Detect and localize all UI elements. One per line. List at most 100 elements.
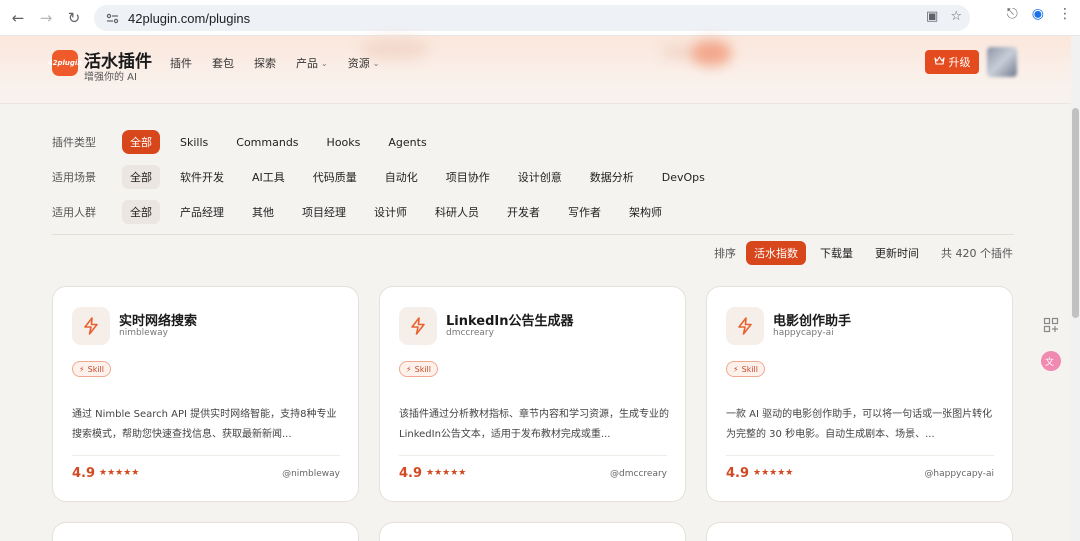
filter-scene-all[interactable]: 全部 <box>122 165 160 189</box>
nav-item-bundles[interactable]: 套包 <box>212 55 234 71</box>
filter-audience-researcher[interactable]: 科研人员 <box>427 200 487 224</box>
rating-value: 4.9 <box>726 466 750 481</box>
rating-value: 4.9 <box>72 466 96 481</box>
svg-text:文: 文 <box>1045 356 1054 368</box>
filter-label: 适用人群 <box>52 206 96 219</box>
rating-value: 4.9 <box>399 466 423 481</box>
plugin-card[interactable] <box>706 522 1013 541</box>
filter-type-agents[interactable]: Agents <box>380 130 434 154</box>
filter-row-scene: 适用场景 全部 软件开发 AI工具 代码质量 自动化 项目协作 设计创意 数据分… <box>52 165 725 189</box>
filter-label: 插件类型 <box>52 136 96 149</box>
plugin-card[interactable]: LinkedIn公告生成器 dmccreary ⚡ Skill 该插件通过分析教材… <box>379 286 686 502</box>
skill-tag: ⚡ Skill <box>726 361 766 377</box>
lightning-icon <box>399 307 437 345</box>
card-author: dmccreary <box>446 328 494 338</box>
filter-scene-software[interactable]: 软件开发 <box>172 165 232 189</box>
site-header: 42plugin 活水插件 增强你的 AI 插件 套包 探索 产品 ⌄ 资源 ⌄ <box>0 36 1080 104</box>
divider <box>72 455 340 456</box>
nav-item-products[interactable]: 产品 ⌄ <box>296 55 328 71</box>
plugin-card[interactable]: 实时网络搜索 nimbleway ⚡ Skill 通过 Nimble Search… <box>52 286 359 502</box>
divider <box>726 455 994 456</box>
filter-row-audience: 适用人群 全部 产品经理 其他 项目经理 设计师 科研人员 开发者 写作者 架构… <box>52 200 682 224</box>
lightning-icon <box>72 307 110 345</box>
logo-icon[interactable]: 42plugin <box>48 50 82 76</box>
star-rating-icon: ★★★★★ <box>426 468 467 478</box>
filter-audience-developer[interactable]: 开发者 <box>499 200 548 224</box>
filter-audience-pm[interactable]: 产品经理 <box>172 200 232 224</box>
plugin-card[interactable] <box>52 522 359 541</box>
back-icon[interactable]: ← <box>4 4 32 32</box>
divider <box>399 455 667 456</box>
plugin-card[interactable]: 电影创作助手 happycapy-ai ⚡ Skill 一款 AI 驱动的电影创作… <box>706 286 1013 502</box>
address-bar[interactable]: 42plugin.com/plugins ▣ ☆ <box>94 5 970 31</box>
forward-icon[interactable]: → <box>32 4 60 32</box>
chevron-down-icon: ⌄ <box>321 58 328 68</box>
author-handle[interactable]: @dmccreary <box>610 469 667 479</box>
bookmark-star-icon[interactable]: ☆ <box>950 9 962 24</box>
url-text[interactable]: 42plugin.com/plugins <box>128 11 250 26</box>
filter-scene-collaboration[interactable]: 项目协作 <box>438 165 498 189</box>
filter-type-skills[interactable]: Skills <box>172 130 216 154</box>
filter-audience-all[interactable]: 全部 <box>122 200 160 224</box>
upgrade-button[interactable]: 升级 <box>925 50 979 74</box>
reload-icon[interactable]: ↻ <box>60 4 88 32</box>
card-title[interactable]: 实时网络搜索 <box>119 310 197 329</box>
browser-toolbar: ← → ↻ 42plugin.com/plugins ▣ ☆ ⎋ ◉ ⋮ <box>0 0 1080 36</box>
filter-scene-ai-tools[interactable]: AI工具 <box>244 165 293 189</box>
card-description: 通过 Nimble Search API 提供实时网络智能，支持8种专业搜索模式… <box>72 409 337 440</box>
site-info-icon[interactable] <box>104 10 120 26</box>
plugin-count: 共 420 个插件 <box>941 247 1013 260</box>
nav-item-plugins[interactable]: 插件 <box>170 55 192 71</box>
filter-type-hooks[interactable]: Hooks <box>319 130 369 154</box>
sort-label: 排序 <box>714 247 736 260</box>
decorative-blur <box>662 44 692 60</box>
sort-bar: 排序 活水指数 下载量 更新时间 共 420 个插件 <box>714 241 1013 265</box>
nav-item-explore[interactable]: 探索 <box>254 55 276 71</box>
filter-scene-data[interactable]: 数据分析 <box>582 165 642 189</box>
chevron-down-icon: ⌄ <box>372 58 380 68</box>
sort-by-score[interactable]: 活水指数 <box>746 241 806 265</box>
avatar[interactable] <box>987 47 1017 77</box>
lightning-icon: ⚡ <box>733 364 739 374</box>
author-handle[interactable]: @nimbleway <box>282 469 340 479</box>
card-title[interactable]: LinkedIn公告生成器 <box>446 310 574 329</box>
brand-tagline: 增强你的 AI <box>84 72 137 83</box>
extensions-icon[interactable]: ⎋ <box>1007 6 1018 22</box>
crown-icon <box>933 55 945 69</box>
filter-scene-automation[interactable]: 自动化 <box>377 165 426 189</box>
filter-scene-code-quality[interactable]: 代码质量 <box>305 165 365 189</box>
filter-audience-writer[interactable]: 写作者 <box>560 200 609 224</box>
lightning-icon: ⚡ <box>406 364 412 374</box>
filter-type-all[interactable]: 全部 <box>122 130 160 154</box>
translate-icon[interactable]: 文 <box>1039 349 1063 373</box>
divider <box>52 234 1014 235</box>
install-app-icon[interactable]: ▣ <box>926 9 938 24</box>
filter-audience-other[interactable]: 其他 <box>244 200 282 224</box>
grid-apps-icon[interactable] <box>1039 313 1063 337</box>
author-handle[interactable]: @happycapy-ai <box>924 469 994 479</box>
filter-type-commands[interactable]: Commands <box>228 130 306 154</box>
star-rating-icon: ★★★★★ <box>753 468 794 478</box>
nav-item-resources[interactable]: 资源 ⌄ <box>348 55 380 71</box>
skill-tag: ⚡ Skill <box>399 361 439 377</box>
filter-row-type: 插件类型 全部 Skills Commands Hooks Agents <box>52 130 447 154</box>
card-title[interactable]: 电影创作助手 <box>773 310 851 329</box>
scrollbar-thumb[interactable] <box>1072 108 1079 318</box>
card-description: 一款 AI 驱动的电影创作助手，可以将一句话或一张图片转化为完整的 30 秒电影… <box>726 409 993 440</box>
sort-by-updated[interactable]: 更新时间 <box>867 241 927 265</box>
lightning-icon: ⚡ <box>79 364 85 374</box>
filter-audience-project-manager[interactable]: 项目经理 <box>294 200 354 224</box>
sort-by-downloads[interactable]: 下载量 <box>812 241 861 265</box>
filter-audience-designer[interactable]: 设计师 <box>366 200 415 224</box>
menu-kebab-icon[interactable]: ⋮ <box>1058 6 1072 22</box>
card-author: happycapy-ai <box>773 328 834 338</box>
filter-audience-architect[interactable]: 架构师 <box>621 200 670 224</box>
filter-scene-design[interactable]: 设计创意 <box>510 165 570 189</box>
lightning-icon <box>726 307 764 345</box>
profile-icon[interactable]: ◉ <box>1032 6 1044 22</box>
plugin-card[interactable] <box>379 522 686 541</box>
star-rating-icon: ★★★★★ <box>99 468 140 478</box>
card-author: nimbleway <box>119 328 168 338</box>
filter-label: 适用场景 <box>52 171 96 184</box>
filter-scene-devops[interactable]: DevOps <box>654 165 713 189</box>
